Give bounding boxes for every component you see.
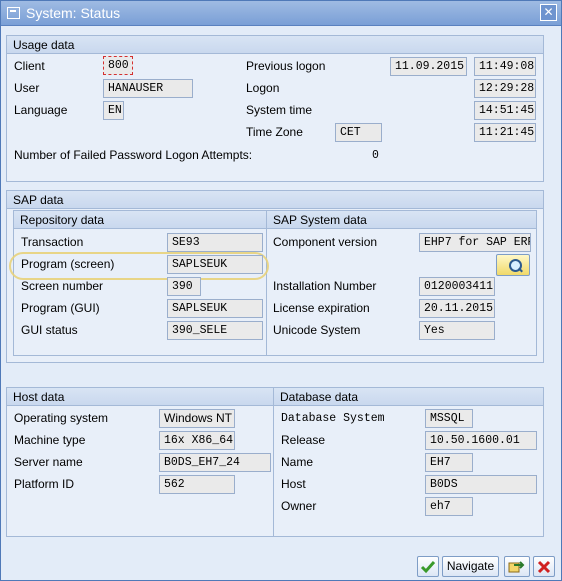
release-label: Release bbox=[281, 433, 326, 447]
component-version-field[interactable]: EHP7 for SAP ERP... bbox=[419, 233, 531, 252]
operating-system-label: Operating system bbox=[14, 411, 109, 425]
previous-logon-time-field[interactable]: 11:49:08 bbox=[474, 57, 536, 76]
screen-number-label: Screen number bbox=[21, 279, 104, 293]
cancel-button[interactable] bbox=[533, 556, 555, 577]
program-gui-label: Program (GUI) bbox=[21, 301, 100, 315]
navigate-button[interactable]: Navigate bbox=[442, 556, 499, 577]
db-name-label: Name bbox=[281, 455, 314, 469]
logon-time-field[interactable]: 12:29:28 bbox=[474, 79, 536, 98]
database-data-group: Database data bbox=[273, 387, 544, 537]
status-dialog: System: Status ✕ Usage data Client 800 U… bbox=[0, 0, 562, 581]
operating-system-field[interactable]: Windows NT bbox=[159, 409, 235, 428]
logon-label: Logon bbox=[246, 81, 280, 95]
installation-number-label: Installation Number bbox=[273, 279, 377, 293]
installation-number-field[interactable]: 0120003411 bbox=[419, 277, 495, 296]
platform-id-field[interactable]: 562 bbox=[159, 475, 235, 494]
language-field[interactable]: EN bbox=[103, 101, 124, 120]
cancel-icon bbox=[537, 560, 551, 574]
component-version-label: Component version bbox=[273, 235, 378, 249]
transaction-label: Transaction bbox=[21, 235, 84, 249]
repository-data-title: Repository data bbox=[14, 211, 266, 229]
confirm-button[interactable] bbox=[417, 556, 439, 577]
gui-status-field[interactable]: 390_SELE bbox=[167, 321, 263, 340]
transaction-field[interactable]: SE93 bbox=[167, 233, 263, 252]
client-field[interactable]: 800 bbox=[103, 56, 133, 75]
client-label: Client bbox=[14, 59, 45, 73]
database-system-label: Database System bbox=[281, 412, 385, 425]
copy-icon bbox=[508, 561, 525, 573]
server-name-label: Server name bbox=[14, 455, 83, 469]
window-icon bbox=[7, 7, 20, 19]
user-field[interactable]: HANAUSER bbox=[103, 79, 193, 98]
time-zone-field[interactable]: CET bbox=[335, 123, 382, 142]
license-expiration-field[interactable]: 20.11.2015 bbox=[419, 299, 495, 318]
server-name-field[interactable]: B0DS_EH7_24 bbox=[159, 453, 271, 472]
sap-system-data-title: SAP System data bbox=[267, 211, 536, 229]
database-data-title: Database data bbox=[274, 388, 543, 406]
time-zone-label: Time Zone bbox=[246, 125, 303, 139]
database-system-field[interactable]: MSSQL bbox=[425, 409, 473, 428]
component-details-button[interactable] bbox=[496, 254, 530, 276]
platform-id-label: Platform ID bbox=[14, 477, 75, 491]
owner-label: Owner bbox=[281, 499, 317, 513]
machine-type-label: Machine type bbox=[14, 433, 86, 447]
unicode-system-field[interactable]: Yes bbox=[419, 321, 495, 340]
window-title: System: Status bbox=[26, 5, 121, 21]
program-gui-field[interactable]: SAPLSEUK bbox=[167, 299, 263, 318]
user-label: User bbox=[14, 81, 40, 95]
check-icon bbox=[420, 561, 436, 574]
language-label: Language bbox=[14, 103, 68, 117]
license-expiration-label: License expiration bbox=[273, 301, 370, 315]
host-data-title: Host data bbox=[7, 388, 273, 406]
previous-logon-label: Previous logon bbox=[246, 59, 326, 73]
time-zone-time-field[interactable]: 11:21:45 bbox=[474, 123, 536, 142]
program-screen-label: Program (screen) bbox=[21, 257, 115, 271]
db-name-field[interactable]: EH7 bbox=[425, 453, 473, 472]
previous-logon-date-field[interactable]: 11.09.2015 bbox=[390, 57, 467, 76]
release-field[interactable]: 10.50.1600.01 bbox=[425, 431, 537, 450]
db-host-label: Host bbox=[281, 477, 306, 491]
close-button[interactable]: ✕ bbox=[540, 4, 557, 21]
machine-type-field[interactable]: 16x X86_64 bbox=[159, 431, 235, 450]
copy-button[interactable] bbox=[504, 556, 530, 577]
title-bar: System: Status ✕ bbox=[1, 1, 561, 26]
screen-number-field[interactable]: 390 bbox=[167, 277, 201, 296]
usage-data-title: Usage data bbox=[7, 36, 543, 54]
owner-field[interactable]: eh7 bbox=[425, 497, 473, 516]
gui-status-label: GUI status bbox=[21, 323, 78, 337]
failed-logon-value: 0 bbox=[372, 149, 379, 162]
program-screen-field[interactable]: SAPLSEUK bbox=[167, 255, 263, 274]
unicode-system-label: Unicode System bbox=[273, 323, 361, 337]
system-time-label: System time bbox=[246, 103, 313, 117]
db-host-field[interactable]: B0DS bbox=[425, 475, 537, 494]
system-time-field[interactable]: 14:51:45 bbox=[474, 101, 536, 120]
sap-data-title: SAP data bbox=[7, 191, 543, 209]
failed-logon-label: Number of Failed Password Logon Attempts… bbox=[14, 148, 253, 162]
